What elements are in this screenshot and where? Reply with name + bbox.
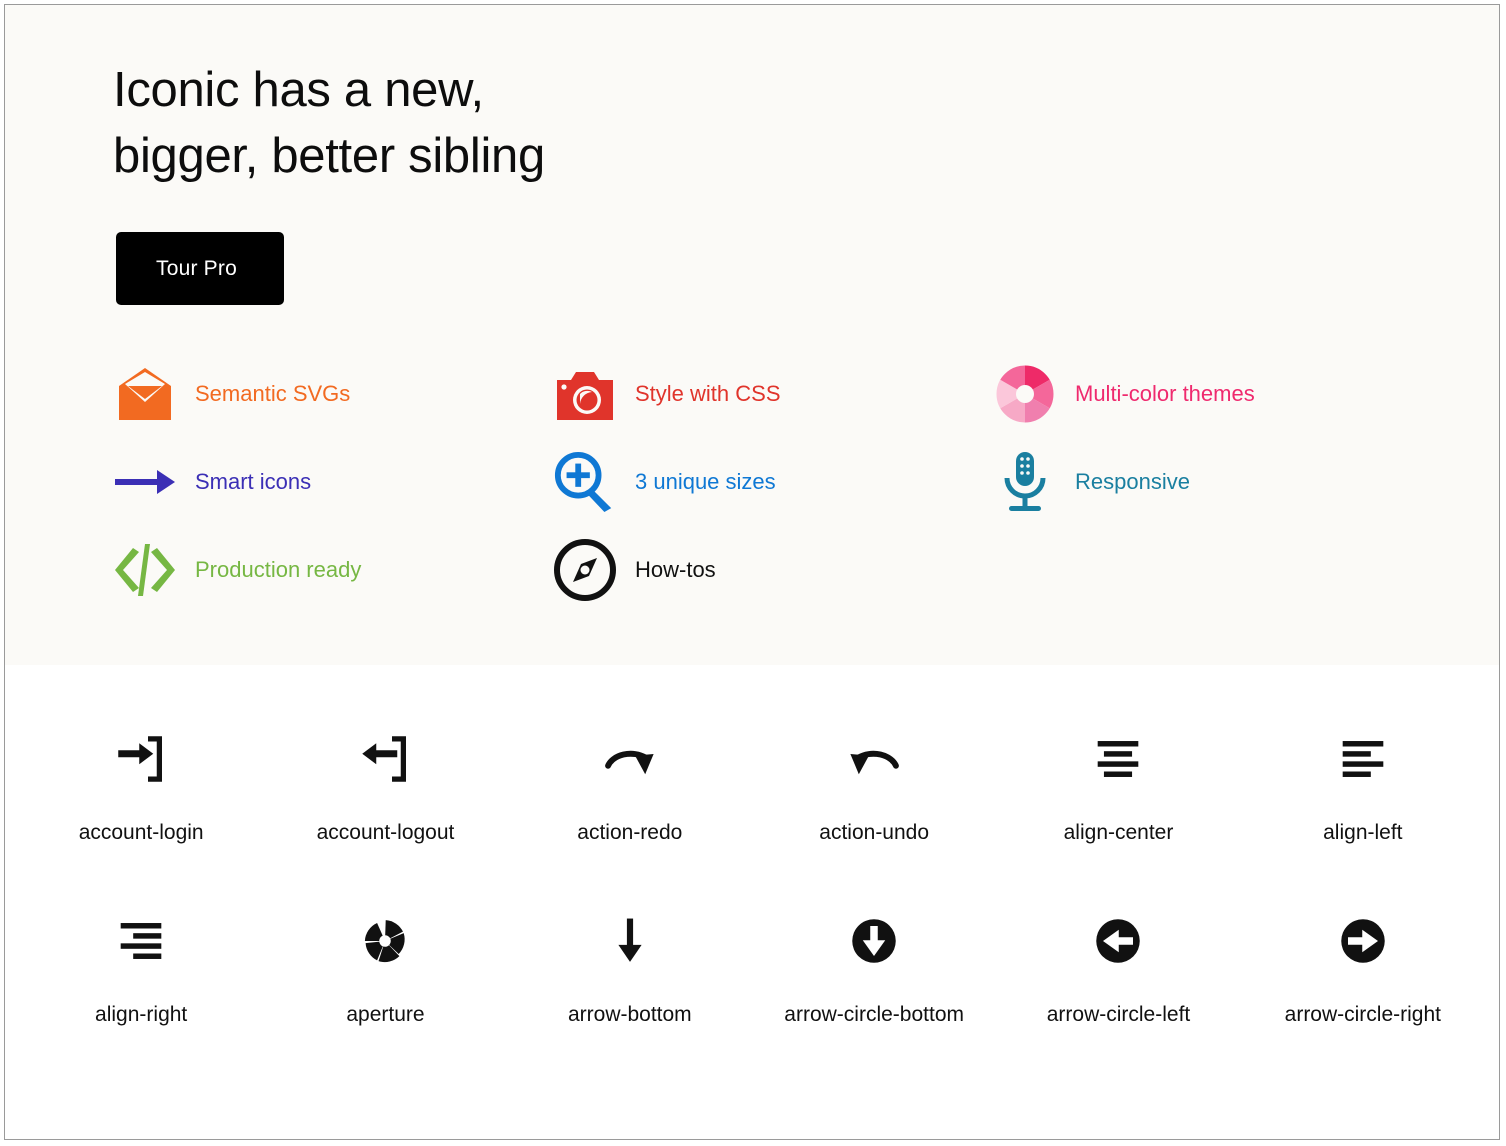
- tour-pro-button[interactable]: Tour Pro: [116, 232, 284, 305]
- align-right-icon: [116, 903, 166, 979]
- hero-section: Iconic has a new, bigger, better sibling…: [5, 5, 1499, 665]
- code-icon: [113, 538, 177, 602]
- arrow-circle-bottom-icon: [850, 903, 898, 979]
- feature-list: Semantic SVGs Style with CSS Multi-color t…: [113, 350, 1413, 614]
- account-login-icon: [113, 721, 169, 797]
- align-left-icon: [1338, 721, 1388, 797]
- icon-cell-arrow-circle-left[interactable]: arrow-circle-left: [996, 903, 1240, 1027]
- icon-name-label: action-undo: [819, 821, 930, 844]
- feature-item[interactable]: Smart icons: [113, 438, 553, 526]
- feature-label: Semantic SVGs: [195, 381, 351, 406]
- icon-cell-arrow-bottom[interactable]: arrow-bottom: [508, 903, 752, 1027]
- icon-name-label: aperture: [346, 1003, 425, 1026]
- feature-label: How-tos: [635, 557, 716, 582]
- feature-label: Responsive: [1075, 469, 1190, 494]
- action-redo-icon: [603, 721, 657, 797]
- icon-cell-action-redo[interactable]: action-redo: [508, 721, 752, 845]
- microphone-icon: [993, 450, 1057, 514]
- icon-cell-account-logout[interactable]: account-logout: [263, 721, 507, 845]
- icon-cell-align-right[interactable]: align-right: [19, 903, 263, 1027]
- feature-label: Multi-color themes: [1075, 381, 1255, 406]
- feature-label: 3 unique sizes: [635, 469, 776, 494]
- arrow-bottom-icon: [606, 903, 654, 979]
- envelope-open-icon: [113, 362, 177, 426]
- icon-name-label: action-redo: [577, 821, 683, 844]
- feature-label: Style with CSS: [635, 381, 781, 406]
- feature-label: Production ready: [195, 557, 362, 582]
- icon-name-label: align-left: [1323, 821, 1403, 844]
- icon-cell-arrow-circle-bottom[interactable]: arrow-circle-bottom: [752, 903, 996, 1027]
- feature-label: Smart icons: [195, 469, 312, 494]
- icon-gallery: account-login account-logout action-redo ac…: [5, 665, 1499, 1027]
- icon-name-label: align-center: [1063, 821, 1174, 844]
- page-frame: Iconic has a new, bigger, better sibling…: [4, 4, 1500, 1140]
- icon-name-label: arrow-circle-left: [1046, 1003, 1191, 1026]
- icon-cell-align-center[interactable]: align-center: [996, 721, 1240, 845]
- feature-item[interactable]: How-tos: [553, 526, 993, 614]
- compass-icon: [553, 538, 617, 602]
- align-center-icon: [1093, 721, 1143, 797]
- feature-item[interactable]: 3 unique sizes: [553, 438, 993, 526]
- icon-cell-aperture[interactable]: aperture: [263, 903, 507, 1027]
- icon-cell-align-left[interactable]: align-left: [1241, 721, 1485, 845]
- feature-item[interactable]: Production ready: [113, 526, 553, 614]
- icon-gallery-grid: account-login account-logout action-redo ac…: [5, 721, 1499, 1027]
- feature-item[interactable]: Semantic SVGs: [113, 350, 553, 438]
- icon-name-label: account-logout: [316, 821, 455, 844]
- arrow-right-icon: [113, 450, 177, 514]
- action-undo-icon: [847, 721, 901, 797]
- icon-name-label: account-login: [78, 821, 204, 844]
- feature-item[interactable]: Multi-color themes: [993, 350, 1413, 438]
- aperture-color-icon: [993, 362, 1057, 426]
- icon-cell-arrow-circle-right[interactable]: arrow-circle-right: [1241, 903, 1485, 1027]
- arrow-circle-right-icon: [1339, 903, 1387, 979]
- aperture-icon: [362, 903, 408, 979]
- zoom-in-icon: [553, 450, 617, 514]
- icon-name-label: arrow-circle-bottom: [784, 1003, 964, 1026]
- icon-name-label: arrow-circle-right: [1284, 1003, 1441, 1026]
- icon-cell-action-undo[interactable]: action-undo: [752, 721, 996, 845]
- feature-item[interactable]: Responsive: [993, 438, 1413, 526]
- icon-cell-account-login[interactable]: account-login: [19, 721, 263, 845]
- page-title: Iconic has a new, bigger, better sibling: [113, 63, 545, 183]
- account-logout-icon: [357, 721, 413, 797]
- icon-name-label: arrow-bottom: [567, 1003, 692, 1026]
- icon-name-label: align-right: [95, 1003, 188, 1026]
- camera-icon: [553, 362, 617, 426]
- arrow-circle-left-icon: [1094, 903, 1142, 979]
- feature-item[interactable]: Style with CSS: [553, 350, 993, 438]
